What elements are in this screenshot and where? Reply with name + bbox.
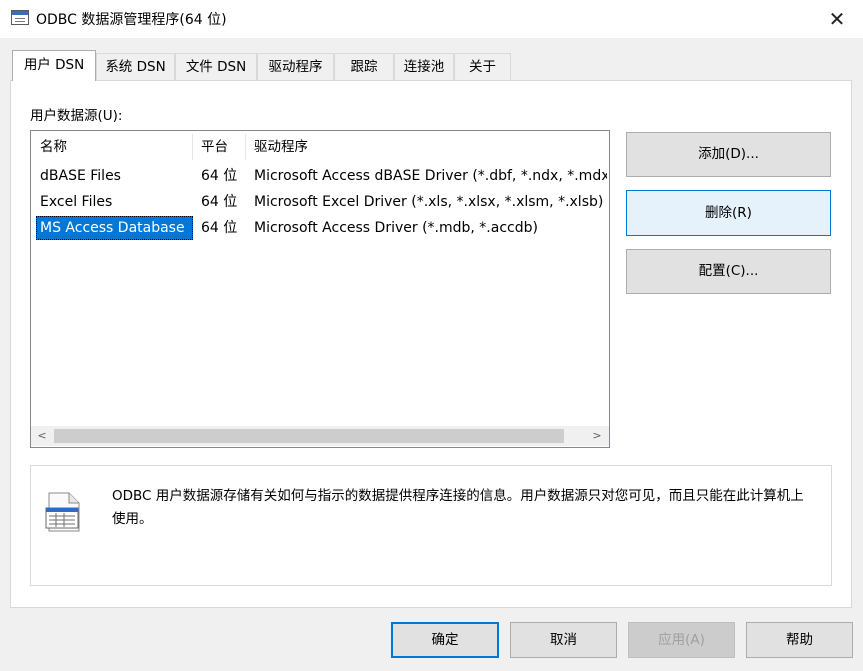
apply-button[interactable]: 应用(A) (628, 622, 735, 658)
cancel-button[interactable]: 取消 (510, 622, 617, 658)
add-button[interactable]: 添加(D)... (626, 132, 831, 177)
info-description: ODBC 用户数据源存储有关如何与指示的数据提供程序连接的信息。用户数据源只对您… (112, 488, 804, 527)
scroll-right-icon[interactable]: > (587, 426, 607, 446)
column-divider[interactable] (192, 134, 193, 160)
tab-user-dsn[interactable]: 用户 DSN (12, 50, 96, 81)
ok-button[interactable]: 确定 (391, 622, 499, 658)
window-title: ODBC 数据源管理程序(64 位) (36, 12, 227, 28)
tab-connection-pooling[interactable]: 连接池 (394, 53, 454, 80)
row-platform[interactable]: 64 位 (201, 216, 245, 240)
scrollbar-thumb[interactable] (54, 429, 564, 443)
row-platform[interactable]: 64 位 (201, 190, 245, 214)
configure-button[interactable]: 配置(C)... (626, 249, 831, 294)
column-header-name[interactable]: 名称 (40, 134, 190, 160)
tab-tracing[interactable]: 跟踪 (334, 53, 394, 80)
scroll-left-icon[interactable]: < (32, 426, 52, 446)
row-driver[interactable]: Microsoft Excel Driver (*.xls, *.xlsx, *… (254, 190, 607, 214)
tab-about[interactable]: 关于 (454, 53, 511, 80)
row-name[interactable]: Excel Files (40, 190, 190, 214)
odbc-app-icon (11, 10, 29, 25)
row-name-selected[interactable]: MS Access Database (40, 216, 192, 240)
help-button[interactable]: 帮助 (746, 622, 853, 658)
tab-drivers[interactable]: 驱动程序 (257, 53, 334, 80)
column-header-driver[interactable]: 驱动程序 (254, 134, 354, 160)
user-data-sources-label: 用户数据源(U): (30, 108, 123, 124)
tab-system-dsn[interactable]: 系统 DSN (96, 53, 175, 80)
row-driver[interactable]: Microsoft Access Driver (*.mdb, *.accdb) (254, 216, 607, 240)
row-name[interactable]: dBASE Files (40, 164, 190, 188)
close-icon[interactable]: ✕ (822, 6, 852, 32)
data-source-icon (45, 492, 83, 532)
row-platform[interactable]: 64 位 (201, 164, 245, 188)
row-driver[interactable]: Microsoft Access dBASE Driver (*.dbf, *.… (254, 164, 607, 188)
column-header-platform[interactable]: 平台 (201, 134, 241, 160)
column-divider[interactable] (245, 134, 246, 160)
remove-button[interactable]: 删除(R) (626, 190, 831, 236)
tab-file-dsn[interactable]: 文件 DSN (175, 53, 257, 80)
